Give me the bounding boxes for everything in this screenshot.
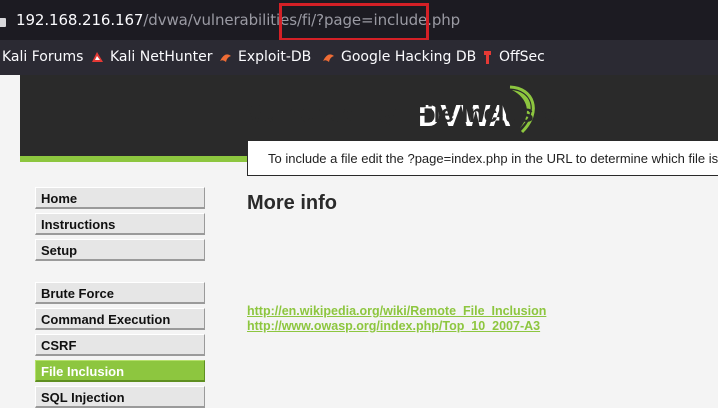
menu-item-sql-injection[interactable]: SQL Injection <box>35 386 205 408</box>
url-query-highlight-box <box>279 3 429 41</box>
bookmark-kali-nethunter[interactable]: Kali NetHunter <box>110 49 212 65</box>
bookmarks-toolbar: Kali Forums Kali NetHunter Exploit-DB Go… <box>0 40 718 75</box>
address-bar[interactable]: 192.168.216.167/dvwa/vulnerabilities/fi/… <box>0 0 718 41</box>
page-title: Vulnerability: File Inclusion <box>247 100 572 128</box>
info-box: To include a file edit the ?page=index.p… <box>247 140 718 176</box>
bookmark-kali-forums[interactable]: Kali Forums <box>2 49 83 65</box>
bookmark-exploit-db[interactable]: Exploit-DB <box>238 49 311 65</box>
link-owasp-top10[interactable]: http://www.owasp.org/index.php/Top_10_20… <box>247 319 540 333</box>
menu-item-csrf[interactable]: CSRF <box>35 334 205 356</box>
more-info-heading: More info <box>247 192 337 214</box>
link-wikipedia-rfi[interactable]: http://en.wikipedia.org/wiki/Remote_File… <box>247 304 546 318</box>
menu-item-setup[interactable]: Setup <box>35 239 205 261</box>
offsec-icon <box>484 51 491 64</box>
menu-item-brute-force[interactable]: Brute Force <box>35 282 205 304</box>
kali-nethunter-icon <box>92 52 103 62</box>
ghdb-icon <box>323 54 334 62</box>
menu-item-command-execution[interactable]: Command Execution <box>35 308 205 330</box>
menu-item-file-inclusion[interactable]: File Inclusion <box>35 360 205 382</box>
lock-icon <box>0 18 6 27</box>
page-margin <box>0 75 20 407</box>
menu-item-home[interactable]: Home <box>35 187 205 209</box>
exploit-db-icon <box>220 54 231 62</box>
url-host: 192.168.216.167 <box>16 11 144 29</box>
menu-item-instructions[interactable]: Instructions <box>35 213 205 235</box>
bookmark-google-hacking-db[interactable]: Google Hacking DB <box>341 49 476 65</box>
bookmark-offsec[interactable]: OffSec <box>499 49 545 65</box>
info-text: To include a file edit the ?page=index.p… <box>268 151 718 166</box>
